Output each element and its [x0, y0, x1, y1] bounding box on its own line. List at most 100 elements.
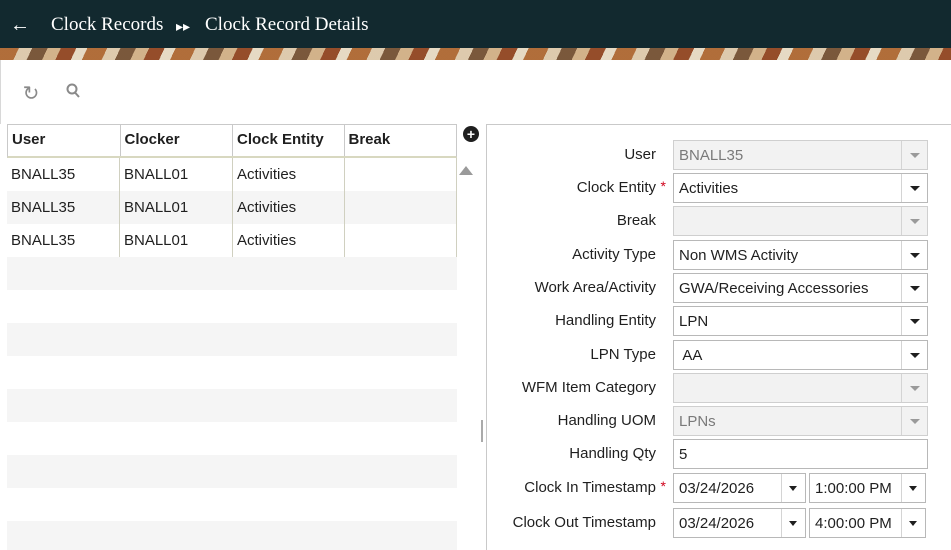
clock-entity-value: Activities — [679, 180, 739, 197]
chevron-down-icon — [901, 407, 927, 435]
empty-row — [7, 356, 457, 389]
cell-clocker: BNALL01 — [120, 191, 233, 224]
empty-row — [7, 521, 457, 550]
column-header-clocker[interactable]: Clocker — [121, 125, 233, 156]
chevron-down-icon[interactable] — [901, 274, 927, 302]
empty-row — [7, 257, 457, 290]
clock-record-form: User BNALL35 Clock Entity * Activities B… — [486, 124, 951, 550]
clock-in-date-input[interactable]: 03/24/2026 — [673, 473, 806, 503]
clock-out-label: Clock Out Timestamp — [512, 514, 656, 531]
double-chevron-right-icon: ▸▸ — [176, 18, 191, 34]
chevron-down-icon[interactable] — [901, 341, 927, 369]
activity-type-value: Non WMS Activity — [679, 247, 799, 264]
clock-entity-select[interactable]: Activities — [673, 173, 928, 203]
column-header-break[interactable]: Break — [345, 125, 457, 156]
form-row-clock-in: Clock In Timestamp * 03/24/2026 1:00:00 … — [487, 473, 951, 503]
chevron-down-icon[interactable] — [781, 474, 805, 502]
form-row-clock-out: Clock Out Timestamp 03/24/2026 4:00:00 P… — [487, 508, 951, 538]
column-header-user[interactable]: User — [8, 125, 121, 156]
clock-in-time-value: 1:00:00 PM — [815, 480, 892, 497]
user-label: User — [624, 146, 656, 163]
column-header-clock-entity[interactable]: Clock Entity — [233, 125, 345, 156]
chevron-down-icon — [901, 374, 927, 402]
wfm-item-category-select — [673, 373, 928, 403]
scroll-up-icon[interactable] — [459, 166, 473, 175]
search-icon[interactable] — [62, 82, 86, 106]
cell-break — [345, 191, 457, 224]
wfm-item-category-label: WFM Item Category — [521, 379, 656, 396]
pane-splitter[interactable] — [481, 420, 483, 442]
clock-in-date-value: 03/24/2026 — [679, 480, 755, 497]
form-row-wfm-item-category: WFM Item Category — [487, 373, 951, 403]
app-header: ← Clock Records ▸▸ Clock Record Details — [0, 0, 951, 60]
chevron-down-icon[interactable] — [901, 174, 927, 202]
form-row-handling-entity: Handling Entity LPN — [487, 306, 951, 336]
empty-row — [7, 488, 457, 521]
empty-row — [7, 290, 457, 323]
chevron-down-icon[interactable] — [901, 474, 925, 502]
breadcrumb-clock-records[interactable]: Clock Records — [51, 13, 163, 37]
activity-type-select[interactable]: Non WMS Activity — [673, 240, 928, 270]
empty-row — [7, 323, 457, 356]
chevron-down-icon[interactable] — [781, 509, 805, 537]
work-area-label: Work Area/Activity — [534, 279, 656, 296]
handling-uom-label: Handling UOM — [557, 412, 656, 429]
clock-records-grid: User Clocker Clock Entity Break + BNALL3… — [7, 124, 480, 550]
cell-user: BNALL35 — [7, 158, 120, 191]
clock-out-date-value: 03/24/2026 — [679, 515, 755, 532]
form-row-handling-uom: Handling UOM LPNs — [487, 406, 951, 436]
handling-qty-value: 5 — [679, 446, 688, 463]
work-area-select[interactable]: GWA/Receiving Accessories — [673, 273, 928, 303]
refresh-icon[interactable]: ↻ — [19, 82, 43, 106]
grid-body: BNALL35 BNALL01 Activities BNALL35 BNALL… — [7, 158, 457, 550]
handling-uom-select: LPNs — [673, 406, 928, 436]
empty-row — [7, 422, 457, 455]
toolbar: ↻ — [0, 60, 951, 124]
chevron-down-icon — [901, 141, 927, 169]
cell-break — [345, 158, 457, 191]
cell-user: BNALL35 — [7, 191, 120, 224]
header-decorative-band — [0, 46, 951, 60]
user-select: BNALL35 — [673, 140, 928, 170]
handling-entity-label: Handling Entity — [555, 312, 656, 329]
chevron-down-icon[interactable] — [901, 509, 925, 537]
handling-entity-value: LPN — [679, 313, 709, 330]
grid-header: User Clocker Clock Entity Break — [7, 124, 457, 158]
lpn-type-select[interactable]: AA — [673, 340, 928, 370]
page-title: Clock Record Details — [205, 14, 369, 35]
form-row-clock-entity: Clock Entity * Activities — [487, 173, 951, 203]
clock-out-time-value: 4:00:00 PM — [815, 515, 892, 532]
form-row-break: Break — [487, 206, 951, 236]
cell-break — [345, 224, 457, 257]
form-row-user: User BNALL35 — [487, 140, 951, 170]
handling-uom-value: LPNs — [679, 413, 716, 430]
table-row[interactable]: BNALL35 BNALL01 Activities — [7, 158, 457, 191]
lpn-type-value: AA — [679, 347, 703, 364]
empty-row — [7, 455, 457, 488]
back-arrow-icon[interactable]: ← — [8, 12, 32, 38]
handling-qty-input[interactable]: 5 — [673, 439, 928, 469]
clock-out-date-input[interactable]: 03/24/2026 — [673, 508, 806, 538]
clock-in-label: Clock In Timestamp — [524, 479, 656, 496]
cell-clock-entity: Activities — [233, 158, 345, 191]
form-row-lpn-type: LPN Type AA — [487, 340, 951, 370]
clock-entity-label: Clock Entity — [576, 179, 656, 196]
break-select — [673, 206, 928, 236]
cell-clock-entity: Activities — [233, 224, 345, 257]
empty-row — [7, 389, 457, 422]
user-value: BNALL35 — [679, 147, 744, 164]
table-row[interactable]: BNALL35 BNALL01 Activities — [7, 191, 457, 224]
chevron-down-icon[interactable] — [901, 307, 927, 335]
chevron-down-icon[interactable] — [901, 241, 927, 269]
work-area-value: GWA/Receiving Accessories — [679, 280, 869, 297]
handling-entity-select[interactable]: LPN — [673, 306, 928, 336]
handling-qty-label: Handling Qty — [569, 445, 656, 462]
add-circle-icon[interactable]: + — [463, 126, 479, 142]
clock-out-time-input[interactable]: 4:00:00 PM — [809, 508, 926, 538]
cell-clock-entity: Activities — [233, 191, 345, 224]
required-icon: * — [660, 178, 666, 194]
clock-in-time-input[interactable]: 1:00:00 PM — [809, 473, 926, 503]
cell-clocker: BNALL01 — [120, 224, 233, 257]
table-row[interactable]: BNALL35 BNALL01 Activities — [7, 224, 457, 257]
chevron-down-icon — [901, 207, 927, 235]
